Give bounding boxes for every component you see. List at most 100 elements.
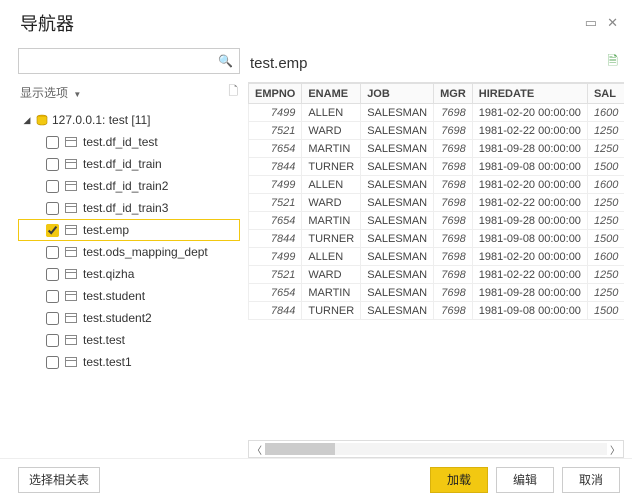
tree-root[interactable]: ◢127.0.0.1: test [11] — [18, 109, 240, 131]
table-cell: SALESMAN — [361, 176, 434, 194]
dialog-title: 导航器 — [20, 10, 74, 36]
table-cell: SALESMAN — [361, 266, 434, 284]
table-row[interactable]: 7521WARDSALESMAN76981981-02-22 00:00:001… — [249, 194, 625, 212]
table-cell: SALESMAN — [361, 212, 434, 230]
tree-item[interactable]: test.test1 — [18, 351, 240, 373]
column-header[interactable]: EMPNO — [249, 84, 302, 104]
table-icon — [65, 291, 77, 301]
tree-item-label: test.student2 — [83, 311, 152, 325]
horizontal-scrollbar[interactable]: 〈 〉 — [248, 440, 624, 458]
tree-item-checkbox[interactable] — [46, 312, 59, 325]
tree-item[interactable]: test.emp — [18, 219, 240, 241]
column-header[interactable]: HIREDATE — [472, 84, 587, 104]
collapse-icon[interactable]: ◢ — [22, 115, 32, 126]
table-cell: 7698 — [434, 230, 473, 248]
tree-item[interactable]: test.df_id_train3 — [18, 197, 240, 219]
table-cell: MARTIN — [302, 212, 361, 230]
minimize-icon[interactable]: ▭ — [585, 15, 597, 31]
tree-item[interactable]: test.df_id_test — [18, 131, 240, 153]
cancel-button[interactable]: 取消 — [562, 467, 620, 493]
table-cell: 7698 — [434, 212, 473, 230]
table-cell: 1981-02-22 00:00:00 — [472, 194, 587, 212]
table-row[interactable]: 7499ALLENSALESMAN76981981-02-20 00:00:00… — [249, 248, 625, 266]
table-icon — [65, 203, 77, 213]
tree-item-checkbox[interactable] — [46, 246, 59, 259]
search-box[interactable]: 🔍 — [18, 48, 240, 74]
table-cell: 7698 — [434, 194, 473, 212]
table-cell: 7499 — [249, 248, 302, 266]
tree-item-label: test.emp — [83, 223, 129, 237]
load-button[interactable]: 加载 — [430, 467, 488, 493]
table-cell: 1981-02-20 00:00:00 — [472, 248, 587, 266]
table-row[interactable]: 7844TURNERSALESMAN76981981-09-08 00:00:0… — [249, 302, 625, 320]
table-cell: SALESMAN — [361, 158, 434, 176]
edit-button[interactable]: 编辑 — [496, 467, 554, 493]
tree-item-checkbox[interactable] — [46, 224, 59, 237]
tree-item-checkbox[interactable] — [46, 158, 59, 171]
scroll-track[interactable] — [265, 443, 607, 455]
tree-item-checkbox[interactable] — [46, 334, 59, 347]
display-options-label: 显示选项 — [20, 86, 68, 100]
table-cell: 1600 — [587, 248, 624, 266]
table-cell: 7698 — [434, 176, 473, 194]
table-cell: MARTIN — [302, 140, 361, 158]
table-row[interactable]: 7654MARTINSALESMAN76981981-09-28 00:00:0… — [249, 140, 625, 158]
table-row[interactable]: 7499ALLENSALESMAN76981981-02-20 00:00:00… — [249, 104, 625, 122]
tree-item[interactable]: test.student2 — [18, 307, 240, 329]
display-options[interactable]: 显示选项 ▼ — [20, 84, 81, 101]
table-row[interactable]: 7499ALLENSALESMAN76981981-02-20 00:00:00… — [249, 176, 625, 194]
table-cell: ALLEN — [302, 176, 361, 194]
tree-item[interactable]: test.qizha — [18, 263, 240, 285]
tree-item[interactable]: test.test — [18, 329, 240, 351]
search-input[interactable] — [25, 54, 218, 68]
scroll-thumb[interactable] — [265, 443, 335, 455]
refresh-icon[interactable]: 🗋 — [228, 82, 238, 103]
tree-item[interactable]: test.student — [18, 285, 240, 307]
column-header[interactable]: MGR — [434, 84, 473, 104]
select-related-button[interactable]: 选择相关表 — [18, 467, 100, 493]
table-cell: SALESMAN — [361, 194, 434, 212]
tree-item[interactable]: test.df_id_train2 — [18, 175, 240, 197]
dialog-body: 🔍 显示选项 ▼ 🗋 ◢127.0.0.1: test [11] test.df_… — [0, 42, 632, 458]
table-cell: 1981-09-08 00:00:00 — [472, 230, 587, 248]
column-header[interactable]: ENAME — [302, 84, 361, 104]
table-row[interactable]: 7654MARTINSALESMAN76981981-09-28 00:00:0… — [249, 212, 625, 230]
column-header[interactable]: SAL — [587, 84, 624, 104]
table-row[interactable]: 7521WARDSALESMAN76981981-02-22 00:00:001… — [249, 122, 625, 140]
close-icon[interactable]: ✕ — [607, 15, 618, 31]
table-cell: MARTIN — [302, 284, 361, 302]
tree-item-label: test.df_id_train3 — [83, 201, 168, 215]
table-row[interactable]: 7844TURNERSALESMAN76981981-09-08 00:00:0… — [249, 230, 625, 248]
tree-item-checkbox[interactable] — [46, 136, 59, 149]
table-cell: SALESMAN — [361, 122, 434, 140]
table-cell: 1981-02-20 00:00:00 — [472, 176, 587, 194]
scroll-right-icon[interactable]: 〉 — [607, 442, 623, 457]
table-row[interactable]: 7844TURNERSALESMAN76981981-09-08 00:00:0… — [249, 158, 625, 176]
table-cell: 7844 — [249, 230, 302, 248]
tree-item-checkbox[interactable] — [46, 180, 59, 193]
table-cell: 1500 — [587, 158, 624, 176]
table-cell: 7698 — [434, 122, 473, 140]
tree-item-checkbox[interactable] — [46, 202, 59, 215]
table-row[interactable]: 7521WARDSALESMAN76981981-02-22 00:00:001… — [249, 266, 625, 284]
table-cell: 7499 — [249, 104, 302, 122]
table-cell: 1500 — [587, 302, 624, 320]
scroll-left-icon[interactable]: 〈 — [249, 442, 265, 457]
table-cell: 1600 — [587, 176, 624, 194]
tree-item-checkbox[interactable] — [46, 290, 59, 303]
tree-item[interactable]: test.ods_mapping_dept — [18, 241, 240, 263]
footer-left: 选择相关表 — [18, 467, 100, 493]
tree-item-label: test.df_id_test — [83, 135, 158, 149]
preview-action-icon[interactable]: 🗎 — [608, 52, 618, 74]
tree-item-checkbox[interactable] — [46, 356, 59, 369]
tree-item-checkbox[interactable] — [46, 268, 59, 281]
tree-item[interactable]: test.df_id_train — [18, 153, 240, 175]
table-cell: 1600 — [587, 104, 624, 122]
column-header[interactable]: JOB — [361, 84, 434, 104]
table-row[interactable]: 7654MARTINSALESMAN76981981-09-28 00:00:0… — [249, 284, 625, 302]
table-cell: 1981-09-28 00:00:00 — [472, 284, 587, 302]
table-cell: WARD — [302, 194, 361, 212]
chevron-down-icon: ▼ — [73, 90, 81, 99]
search-icon[interactable]: 🔍 — [218, 54, 233, 68]
navigator-dialog: 导航器 ▭ ✕ 🔍 显示选项 ▼ 🗋 ◢127.0.0.1: test [11]… — [0, 0, 632, 500]
